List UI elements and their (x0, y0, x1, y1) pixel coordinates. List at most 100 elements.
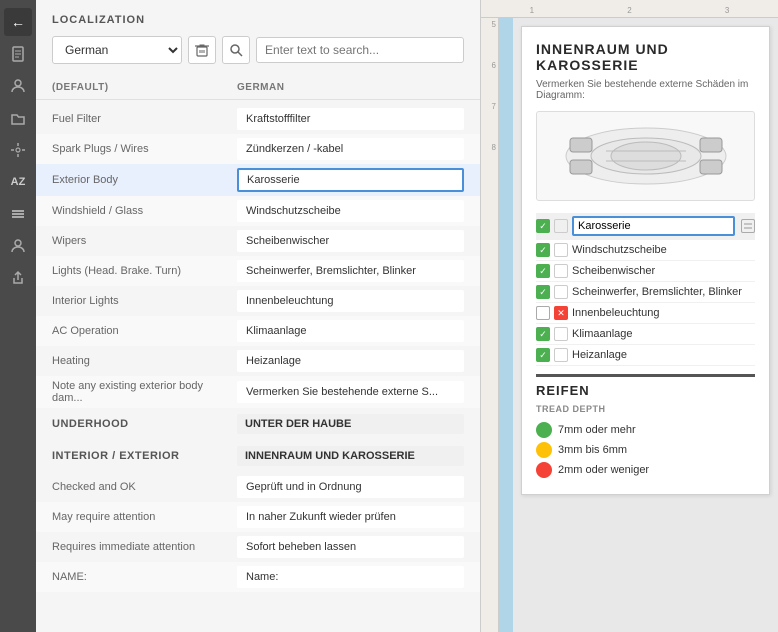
preview-content: 5 6 7 8 INNENRAUM UND KAROSSERIE Vermerk… (481, 18, 778, 632)
tread-dot-yellow (536, 442, 552, 458)
checklist-item: Heizanlage (536, 345, 755, 366)
section-label: UNDERHOOD (52, 418, 237, 430)
drag-handle (741, 219, 755, 233)
row-input[interactable] (237, 381, 464, 403)
uncheck-box[interactable] (554, 243, 568, 257)
row-input[interactable] (237, 230, 464, 252)
check-box[interactable] (536, 348, 550, 362)
uncheck-box[interactable] (554, 348, 568, 362)
row-input[interactable] (237, 200, 464, 222)
form-card: INNENRAUM UND KAROSSERIE Vermerken Sie b… (521, 26, 770, 495)
row-label: Fuel Filter (52, 113, 237, 125)
ruler-top: 1 2 3 (481, 0, 778, 18)
ruler-marks: 1 2 3 (483, 6, 776, 15)
check-box[interactable] (536, 327, 550, 341)
row-input[interactable] (237, 506, 464, 528)
checklist-item: ✕ Innenbeleuchtung (536, 303, 755, 324)
item-label: Scheibenwischer (572, 265, 755, 277)
table-row: Fuel Filter (36, 104, 480, 134)
error-box[interactable]: ✕ (554, 306, 568, 320)
tread-label: TREAD DEPTH (536, 404, 755, 414)
row-label: Wipers (52, 235, 237, 247)
table-row: Requires immediate attention (36, 532, 480, 562)
uncheck-box[interactable] (554, 219, 568, 233)
tool-icon[interactable] (4, 136, 32, 164)
folder-icon[interactable] (4, 104, 32, 132)
person-icon[interactable] (4, 72, 32, 100)
row-input[interactable] (237, 138, 464, 160)
table-row: May require attention (36, 502, 480, 532)
search-button[interactable] (222, 36, 250, 64)
check-box[interactable] (536, 306, 550, 320)
row-input[interactable] (237, 566, 464, 588)
rows-container: Fuel Filter Spark Plugs / Wires Exterior… (36, 100, 480, 632)
table-row: Wipers (36, 226, 480, 256)
table-row: NAME: (36, 562, 480, 592)
tread-item: 3mm bis 6mm (536, 440, 755, 460)
panel-title: LOCALIZATION (36, 0, 480, 36)
item-label: Klimaanlage (572, 328, 755, 340)
row-input-editing[interactable] (237, 168, 464, 192)
export-icon[interactable] (4, 264, 32, 292)
row-label: Interior Lights (52, 295, 237, 307)
default-col-header: (DEFAULT) (52, 82, 237, 93)
uncheck-box[interactable] (554, 285, 568, 299)
row-label: Heating (52, 355, 237, 367)
row-label: Windshield / Glass (52, 205, 237, 217)
tread-dot-green (536, 422, 552, 438)
section-row: UNDERHOOD UNTER DER HAUBE (36, 408, 480, 440)
page-preview: INNENRAUM UND KAROSSERIE Vermerken Sie b… (513, 18, 778, 632)
checklist: Windschutzscheibe Scheibenwischer Schein… (536, 213, 755, 366)
german-col-header: GERMAN (237, 82, 464, 93)
item-label: Scheinwerfer, Bremslichter, Blinker (572, 286, 755, 298)
item-label: Innenbeleuchtung (572, 307, 755, 319)
check-box[interactable] (536, 285, 550, 299)
sidebar: ← AZ (0, 0, 36, 632)
checklist-item: Scheibenwischer (536, 261, 755, 282)
row-input[interactable] (237, 320, 464, 342)
uncheck-box[interactable] (554, 264, 568, 278)
check-box[interactable] (536, 243, 550, 257)
row-label: Lights (Head. Brake. Turn) (52, 265, 237, 277)
tread-label-text: 3mm bis 6mm (558, 444, 627, 456)
tread-item: 2mm oder weniger (536, 460, 755, 480)
car-diagram (536, 111, 755, 201)
row-input[interactable] (237, 108, 464, 130)
row-label: Requires immediate attention (52, 541, 237, 553)
search-input[interactable] (256, 37, 464, 63)
row-input[interactable] (237, 476, 464, 498)
check-box[interactable] (536, 264, 550, 278)
table-row: Note any existing exterior body dam... (36, 376, 480, 408)
table-row: Interior Lights (36, 286, 480, 316)
section-value: UNTER DER HAUBE (237, 414, 464, 434)
row-label: Exterior Body (52, 174, 237, 186)
card-subtitle: Vermerken Sie bestehende externe Schäden… (536, 79, 755, 101)
delete-button[interactable] (188, 36, 216, 64)
row-input[interactable] (237, 260, 464, 282)
row-input[interactable] (237, 290, 464, 312)
language-select[interactable]: German (52, 36, 182, 64)
checklist-item: Windschutzscheibe (536, 240, 755, 261)
table-row: Spark Plugs / Wires (36, 134, 480, 164)
checklist-item (536, 213, 755, 240)
translate-icon[interactable]: AZ (4, 168, 32, 196)
blue-accent (499, 18, 513, 632)
checklist-input[interactable] (572, 216, 735, 236)
row-label: Checked and OK (52, 481, 237, 493)
toolbar: German (36, 36, 480, 76)
tread-dot-red (536, 462, 552, 478)
check-box[interactable] (536, 219, 550, 233)
uncheck-box[interactable] (554, 327, 568, 341)
layers-icon[interactable] (4, 200, 32, 228)
document-icon[interactable] (4, 40, 32, 68)
table-row: Checked and OK (36, 472, 480, 502)
user-icon[interactable] (4, 232, 32, 260)
back-icon[interactable]: ← (4, 8, 32, 36)
row-label: NAME: (52, 571, 237, 583)
row-input[interactable] (237, 350, 464, 372)
checklist-item: Scheinwerfer, Bremslichter, Blinker (536, 282, 755, 303)
column-headers: (DEFAULT) GERMAN (36, 76, 480, 100)
row-input[interactable] (237, 536, 464, 558)
tires-title: REIFEN (536, 374, 755, 398)
row-label: Note any existing exterior body dam... (52, 380, 237, 404)
